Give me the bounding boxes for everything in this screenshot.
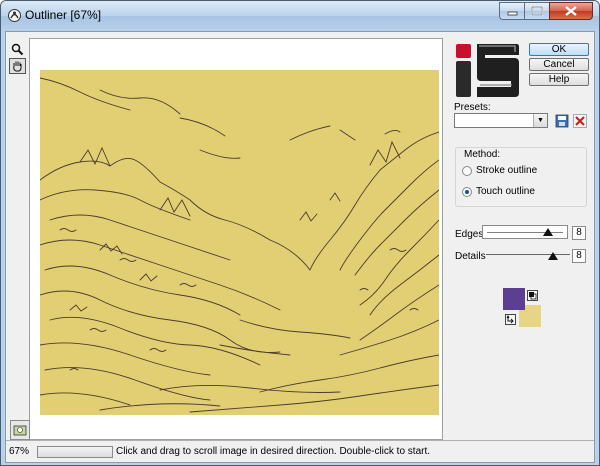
window-title: Outliner [67%] [25,8,102,22]
close-button[interactable] [549,2,593,20]
dropdown-arrow-icon[interactable]: ▼ [533,114,547,127]
delete-icon [573,114,587,128]
zoom-level: 67% [9,446,30,457]
touch-outline-label: Touch outline [476,186,535,197]
navigator-icon [13,425,27,436]
stroke-outline-option[interactable]: Stroke outline [462,165,537,176]
maximize-button[interactable] [524,2,550,20]
hand-icon [13,61,22,72]
stroke-outline-label: Stroke outline [476,165,538,176]
maximize-icon [531,6,543,16]
default-colors-icon [529,292,537,300]
details-slider-thumb[interactable] [548,252,559,260]
default-colors-button[interactable] [527,290,538,301]
delete-preset-button[interactable] [572,113,588,129]
pan-tool-button[interactable] [9,58,26,74]
details-value[interactable]: 8 [572,249,586,263]
details-label: Details [455,251,486,262]
magnifier-icon [11,43,24,55]
touch-outline-option[interactable]: Touch outline [462,186,535,197]
progress-bar [37,446,113,458]
swap-arrows-icon [506,315,514,324]
edges-value[interactable]: 8 [572,226,586,240]
title-bar[interactable]: Outliner [67%] [1,1,599,31]
stroke-outline-radio[interactable] [462,165,472,176]
presets-label: Presets: [454,102,491,113]
outline-drawing [40,77,439,413]
help-button[interactable]: Help [529,73,589,86]
is-logo [456,44,519,97]
app-icon [8,9,21,22]
presets-dropdown[interactable]: ▼ [454,113,548,128]
ok-button[interactable]: OK [529,43,589,56]
save-icon [555,114,569,128]
dialog-body: 67% Click and drag to scroll image in de… [5,31,595,463]
method-legend: Method: [463,149,502,160]
navigator-button[interactable] [10,420,30,440]
edges-label: Edges [455,229,484,240]
cancel-button[interactable]: Cancel [529,58,589,71]
zoom-tool-button[interactable] [9,41,26,57]
minimize-icon [507,11,518,16]
swap-colors-button[interactable] [505,314,516,325]
close-icon [565,6,577,16]
outlined-preview-image[interactable] [40,70,439,415]
status-message: Click and drag to scroll image in desire… [116,446,431,457]
minimize-button[interactable] [499,2,525,20]
preview-canvas[interactable] [29,38,443,440]
status-bar: 67% Click and drag to scroll image in de… [6,440,594,462]
edges-slider-thumb[interactable] [542,228,553,236]
edges-slider[interactable] [482,225,568,239]
save-preset-button[interactable] [554,113,570,129]
touch-outline-radio[interactable] [462,186,472,197]
foreground-color-swatch[interactable] [503,288,525,310]
outliner-window: Outliner [67%] 67% Click and drag to scr… [0,0,600,466]
